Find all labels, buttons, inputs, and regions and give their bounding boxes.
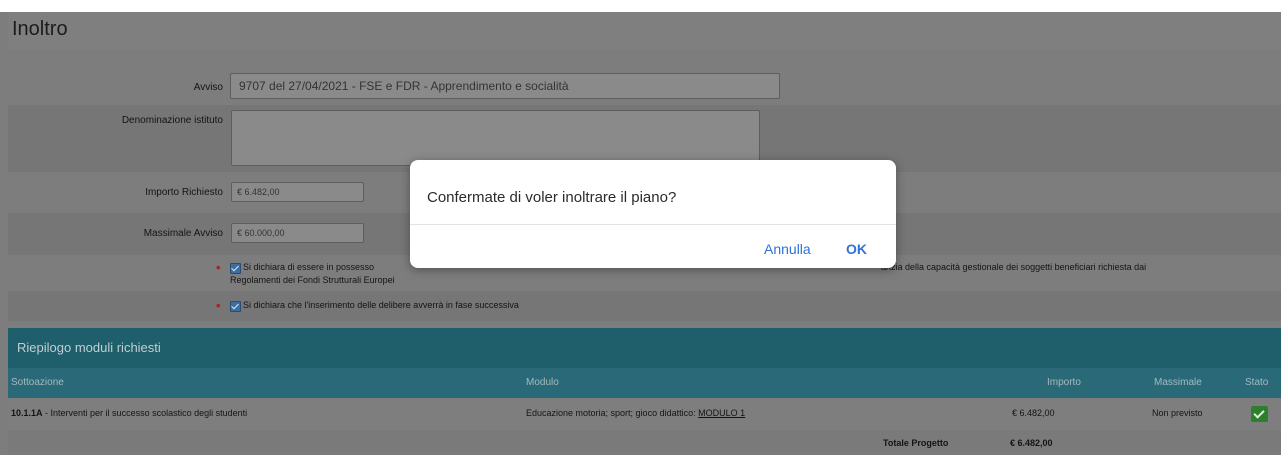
ok-button[interactable]: OK [846,241,867,257]
total-label: Totale Progetto [883,438,949,448]
summary-title: Riepilogo moduli richiesti [17,340,161,355]
avviso-label: Avviso [193,82,223,93]
confirm-message: Confermate di voler inoltrare il piano? [427,189,677,206]
massimale-field: € 60.000,00 [231,223,364,243]
page-title: Inoltro [12,18,68,40]
modulo-cell: Educazione motoria; sport; gioco didatti… [526,408,745,418]
column-sottoazione: Sottoazione [11,377,64,388]
massimale-label: Massimale Avviso [143,228,223,239]
importo-cell: € 6.482,00 [1012,408,1055,418]
column-modulo: Modulo [526,377,559,388]
denominazione-textarea[interactable] [231,110,760,166]
sottoazione-text: - Interventi per il successo scolastico … [42,408,248,418]
massimale-cell: Non previsto [1152,408,1203,418]
declaration-1-text-start: Si dichiara di essere in possesso [243,262,375,272]
avviso-field: 9707 del 27/04/2021 - FSE e FDR - Appren… [230,73,780,99]
modulo-text: Educazione motoria; sport; gioco didatti… [526,408,699,418]
form-row-avviso: Avviso 9707 del 27/04/2021 - FSE e FDR -… [8,63,1281,105]
denominazione-label: Denominazione istituto [121,115,223,126]
page: Inoltro Avviso 9707 del 27/04/2021 - FSE… [0,0,1281,455]
declaration-2-text: Si dichiara che l'inserimento delle deli… [243,300,519,310]
table-row: 10.1.1A - Interventi per il successo sco… [8,398,1281,430]
importo-field: € 6.482,00 [231,182,364,202]
status-check-icon [1251,406,1268,422]
importo-value: € 6.482,00 [237,187,280,197]
declaration-1-text-line2: Regolamenti dei Fondi Strutturali Europe… [230,275,395,285]
summary-column-headers: Sottoazione Modulo Importo Massimale Sta… [8,368,1281,398]
importo-label: Importo Richiesto [145,187,223,198]
cancel-button[interactable]: Annulla [764,241,811,257]
required-marker: • [216,260,221,275]
column-stato: Stato [1245,377,1269,388]
total-value: € 6.482,00 [1010,438,1053,448]
summary-header: Riepilogo moduli richiesti [8,328,1281,368]
page-header: Inoltro [8,12,1281,50]
declaration-1-checkbox[interactable] [230,263,241,274]
column-importo: Importo [1047,377,1081,388]
total-row: Totale Progetto € 6.482,00 [8,430,1281,455]
declaration-2-checkbox[interactable] [230,301,241,312]
required-marker: • [216,298,221,313]
column-massimale: Massimale [1154,377,1202,388]
confirm-dialog: Confermate di voler inoltrare il piano? … [410,160,896,268]
sottoazione-cell: 10.1.1A - Interventi per il successo sco… [11,408,247,418]
dialog-divider [410,224,896,225]
avviso-value: 9707 del 27/04/2021 - FSE e FDR - Appren… [239,79,569,93]
massimale-value: € 60.000,00 [237,228,285,238]
form-row-declaration-2: • Si dichiara che l'inserimento delle de… [8,291,1281,321]
sottoazione-code: 10.1.1A [11,408,43,418]
top-strip [0,0,1281,12]
declaration-1-text-end: anzia della capacità gestionale dei sogg… [881,262,1147,272]
modulo-link[interactable]: MODULO 1 [698,408,745,418]
